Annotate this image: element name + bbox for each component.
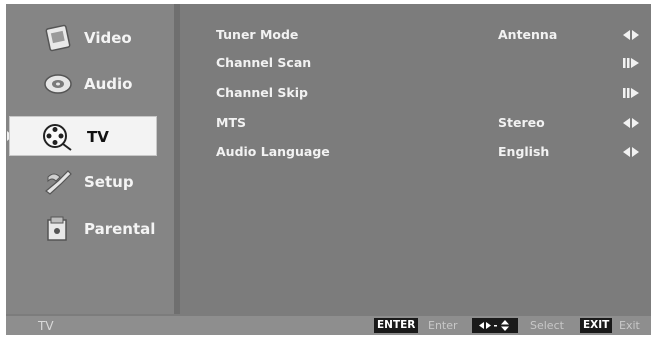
sidebar-item-label: Parental bbox=[84, 220, 156, 238]
left-right-arrows-icon[interactable] bbox=[622, 146, 640, 158]
sidebar-item-label: Setup bbox=[84, 173, 134, 191]
enter-arrow-icon[interactable] bbox=[622, 57, 640, 69]
sidebar-item-parental[interactable]: Parental bbox=[6, 209, 174, 249]
left-right-arrows-icon[interactable] bbox=[622, 117, 640, 129]
tv-reel-icon bbox=[43, 124, 72, 151]
footer-bar: TV ENTER Enter Select EXIT Exit bbox=[6, 316, 651, 335]
setting-label: Channel Skip bbox=[216, 85, 308, 100]
setting-label: Channel Scan bbox=[216, 55, 312, 70]
panel-divider bbox=[174, 4, 180, 314]
exit-key-badge: EXIT bbox=[580, 318, 613, 333]
exit-hint: Exit bbox=[619, 319, 640, 332]
setting-label: Audio Language bbox=[216, 144, 330, 159]
navigate-arrows-icon bbox=[479, 320, 509, 331]
parental-icon bbox=[47, 216, 67, 241]
setup-icon bbox=[45, 170, 72, 195]
sidebar-item-tv[interactable]: TV bbox=[9, 116, 157, 156]
sidebar: Video Audio TV Setup Parental bbox=[6, 4, 174, 314]
setting-row-tuner-mode[interactable]: Tuner Mode Antenna bbox=[216, 24, 646, 46]
sidebar-item-setup[interactable]: Setup bbox=[6, 162, 174, 202]
enter-hint: Enter bbox=[428, 319, 458, 332]
setting-value: Antenna bbox=[498, 27, 558, 42]
tv-menu-screen: Video Audio TV Setup Parental Tuner Mode… bbox=[6, 4, 651, 335]
setting-label: MTS bbox=[216, 115, 246, 130]
sidebar-item-video[interactable]: Video bbox=[6, 18, 174, 58]
sidebar-item-label: Audio bbox=[84, 75, 133, 93]
setting-value: Stereo bbox=[498, 115, 545, 130]
enter-key-badge: ENTER bbox=[374, 318, 419, 333]
footer-title: TV bbox=[38, 319, 54, 333]
select-hint: Select bbox=[530, 319, 564, 332]
setting-row-channel-scan[interactable]: Channel Scan bbox=[216, 52, 646, 74]
setting-label: Tuner Mode bbox=[216, 27, 299, 42]
video-icon bbox=[45, 24, 71, 52]
left-right-arrows-icon[interactable] bbox=[622, 29, 640, 41]
sidebar-item-label: TV bbox=[87, 128, 109, 146]
sidebar-item-audio[interactable]: Audio bbox=[6, 64, 174, 104]
setting-row-audio-language[interactable]: Audio Language English bbox=[216, 141, 646, 163]
setting-value: English bbox=[498, 144, 550, 159]
sidebar-item-label: Video bbox=[84, 29, 132, 47]
setting-row-mts[interactable]: MTS Stereo bbox=[216, 112, 646, 134]
setting-row-channel-skip[interactable]: Channel Skip bbox=[216, 82, 646, 104]
enter-arrow-icon[interactable] bbox=[622, 87, 640, 99]
audio-icon bbox=[44, 74, 72, 94]
navigate-arrows-key-badge bbox=[472, 318, 518, 333]
